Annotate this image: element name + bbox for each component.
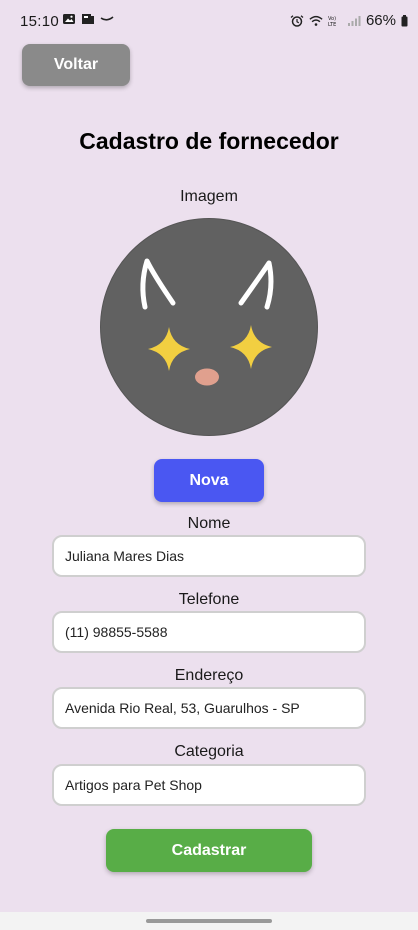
screen: 15:10 Vo) LTE 66% Voltar Cadastro de for… [0, 0, 418, 930]
battery-icon [401, 14, 408, 26]
status-time: 15:10 [20, 13, 60, 30]
address-label: Endereço [174, 667, 244, 684]
new-image-button[interactable]: Nova [154, 459, 264, 502]
back-button[interactable]: Voltar [22, 44, 130, 86]
phone-label: Telefone [178, 591, 240, 608]
home-indicator[interactable] [146, 919, 272, 923]
battery-percentage: 66% [365, 12, 396, 29]
volte-icon: Vo) LTE [328, 16, 336, 27]
notification-icon [82, 14, 94, 24]
supplier-avatar-image[interactable] [100, 218, 318, 436]
signal-icon [347, 15, 361, 26]
image-icon [63, 14, 75, 24]
phone-input[interactable]: (11) 98855-5588 [52, 611, 366, 653]
svg-text:LTE: LTE [328, 22, 336, 27]
status-left-icons [62, 13, 114, 25]
wifi-icon [309, 15, 323, 26]
name-input[interactable]: Juliana Mares Dias [52, 535, 366, 577]
page-title: Cadastro de fornecedor [79, 128, 339, 154]
name-label: Nome [187, 515, 231, 532]
submit-button[interactable]: Cadastrar [106, 829, 312, 872]
image-label: Imagem [180, 188, 238, 205]
category-label: Categoria [174, 743, 244, 760]
status-bar: 15:10 Vo) LTE 66% [0, 0, 418, 42]
navigation-bar [0, 912, 418, 930]
address-input[interactable]: Avenida Rio Real, 53, Guarulhos - SP [52, 687, 366, 729]
status-right: Vo) LTE 66% [290, 12, 408, 29]
cat-face-illustration [140, 258, 274, 386]
category-input[interactable]: Artigos para Pet Shop [52, 764, 366, 806]
cast-icon [100, 16, 114, 21]
alarm-icon [290, 14, 304, 27]
